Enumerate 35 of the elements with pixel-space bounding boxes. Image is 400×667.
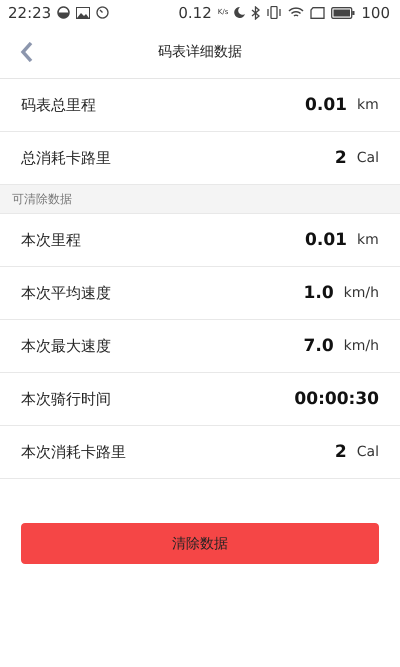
wifi-icon xyxy=(288,6,304,19)
row-label: 本次消耗卡路里 xyxy=(21,442,127,462)
sim-card-icon xyxy=(310,6,326,18)
row-label: 码表总里程 xyxy=(21,96,97,114)
row-label: 本次骑行时间 xyxy=(21,390,112,408)
clock-time: 22:23 xyxy=(8,4,52,22)
row-unit: km xyxy=(357,232,379,248)
moon-icon xyxy=(234,7,246,18)
row-unit: Cal xyxy=(356,150,379,166)
row-label: 本次里程 xyxy=(21,230,82,250)
section-label: 可清除数据 xyxy=(12,190,72,208)
row-value: 1.0 xyxy=(304,283,334,303)
row-value: 0.01 xyxy=(305,95,347,115)
battery-level: 100 xyxy=(361,4,390,22)
row-value: 2 xyxy=(334,148,347,168)
clock-icon xyxy=(96,6,110,19)
row-unit: km/h xyxy=(344,338,379,354)
row-value: 2 xyxy=(334,442,347,462)
row-label: 总消耗卡路里 xyxy=(21,148,112,168)
image-icon xyxy=(76,6,90,18)
row-unit: km/h xyxy=(344,285,379,301)
row-unit: Cal xyxy=(356,444,379,460)
row-value: 0.01 xyxy=(305,230,347,250)
vibrate-icon xyxy=(266,6,282,19)
page-title: 码表详细数据 xyxy=(158,44,242,60)
row-label: 本次平均速度 xyxy=(21,284,112,302)
row-unit: km xyxy=(357,97,379,113)
row-label: 本次最大速度 xyxy=(21,336,112,356)
bluetooth-icon xyxy=(251,6,260,20)
network-speed: 0.12 xyxy=(178,4,212,22)
battery-icon xyxy=(331,6,356,18)
clear-data-button[interactable]: 清除数据 xyxy=(21,523,379,564)
half-circle-icon xyxy=(57,6,70,19)
row-value: 00:00:30 xyxy=(294,389,379,409)
row-value: 7.0 xyxy=(304,336,334,356)
